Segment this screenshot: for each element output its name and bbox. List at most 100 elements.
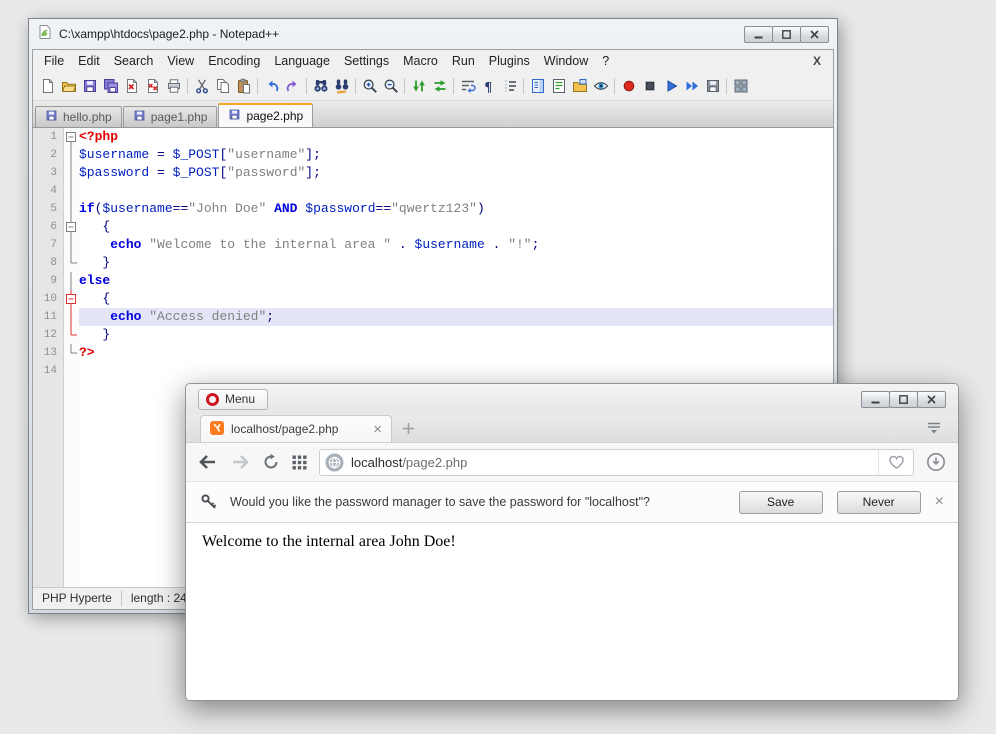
- save-password-button[interactable]: Save: [739, 491, 823, 514]
- fold-margin-marker[interactable]: [63, 128, 79, 146]
- line-number: 9: [33, 272, 63, 290]
- doc-switcher-icon[interactable]: [730, 76, 751, 97]
- save-macro-icon[interactable]: [702, 76, 723, 97]
- doc-map-icon[interactable]: [527, 76, 548, 97]
- status-doctype: PHP Hyperte: [33, 591, 122, 606]
- redo-icon[interactable]: [282, 76, 303, 97]
- word-wrap-icon[interactable]: [457, 76, 478, 97]
- never-save-button[interactable]: Never: [837, 491, 921, 514]
- desktop: C:\xampp\htdocs\page2.php - Notepad++ Fi…: [0, 0, 996, 734]
- reload-button[interactable]: [262, 453, 280, 471]
- fold-margin-marker: [63, 146, 79, 164]
- monitor-icon[interactable]: [590, 76, 611, 97]
- toolbar-separator: [257, 78, 258, 94]
- close-all-icon[interactable]: [142, 76, 163, 97]
- paste-icon[interactable]: [233, 76, 254, 97]
- code-text: [79, 362, 833, 380]
- stop-macro-icon[interactable]: [639, 76, 660, 97]
- function-list-icon[interactable]: [548, 76, 569, 97]
- tab-title: localhost/page2.php: [231, 422, 366, 436]
- toolbar-separator: [404, 78, 405, 94]
- opera-tab-strip: localhost/page2.php ×: [186, 414, 958, 443]
- close-doc-icon[interactable]: [121, 76, 142, 97]
- code-text: echo "Access denied";: [79, 308, 833, 326]
- show-symbols-icon[interactable]: ¶: [478, 76, 499, 97]
- replace-icon[interactable]: [331, 76, 352, 97]
- sync-h-icon[interactable]: [429, 76, 450, 97]
- menu-search[interactable]: Search: [107, 51, 161, 71]
- menu-encoding[interactable]: Encoding: [201, 51, 267, 71]
- indent-guide-icon[interactable]: [499, 76, 520, 97]
- run-macro-multi-icon[interactable]: [681, 76, 702, 97]
- bookmark-heart-button[interactable]: [878, 450, 913, 475]
- tab-close-icon[interactable]: ×: [373, 422, 382, 437]
- menu-close-x[interactable]: X: [805, 54, 829, 68]
- downloads-button[interactable]: [926, 452, 946, 472]
- minimize-button[interactable]: [744, 26, 773, 43]
- tab-menu-icon[interactable]: [926, 421, 942, 435]
- new-file-icon[interactable]: [37, 76, 58, 97]
- menu-bar: FileEditSearchViewEncodingLanguageSettin…: [33, 50, 833, 72]
- line-number: 4: [33, 182, 63, 200]
- doc-tab-hello.php[interactable]: hello.php: [35, 106, 122, 127]
- zoom-out-icon[interactable]: [380, 76, 401, 97]
- doc-tab-page2.php[interactable]: page2.php: [218, 103, 313, 127]
- speed-dial-button[interactable]: [292, 455, 307, 470]
- opera-menu-button[interactable]: Menu: [198, 389, 268, 410]
- find-icon[interactable]: [310, 76, 331, 97]
- opera-menu-label: Menu: [225, 392, 255, 406]
- file-saved-icon: [228, 108, 241, 124]
- menu-macro[interactable]: Macro: [396, 51, 445, 71]
- menu-help[interactable]: ?: [595, 51, 616, 71]
- opera-maximize-button[interactable]: [889, 391, 918, 408]
- print-icon[interactable]: [163, 76, 184, 97]
- code-line-12: 12 }: [33, 326, 833, 344]
- cut-icon[interactable]: [191, 76, 212, 97]
- menu-run[interactable]: Run: [445, 51, 482, 71]
- opera-close-button[interactable]: [917, 391, 946, 408]
- opera-minimize-button[interactable]: [861, 391, 890, 408]
- doc-tab-page1.php[interactable]: page1.php: [123, 106, 218, 127]
- record-macro-icon[interactable]: [618, 76, 639, 97]
- notepadpp-app-icon: [37, 24, 53, 45]
- menu-language[interactable]: Language: [267, 51, 337, 71]
- fold-margin-marker[interactable]: [63, 218, 79, 236]
- menu-window[interactable]: Window: [537, 51, 595, 71]
- menu-file[interactable]: File: [37, 51, 71, 71]
- maximize-button[interactable]: [772, 26, 801, 43]
- line-number: 10: [33, 290, 63, 308]
- undo-icon[interactable]: [261, 76, 282, 97]
- zoom-in-icon[interactable]: [359, 76, 380, 97]
- menu-settings[interactable]: Settings: [337, 51, 396, 71]
- menu-plugins[interactable]: Plugins: [482, 51, 537, 71]
- line-number: 5: [33, 200, 63, 218]
- fold-margin-marker[interactable]: [63, 290, 79, 308]
- save-icon[interactable]: [79, 76, 100, 97]
- save-all-icon[interactable]: [100, 76, 121, 97]
- close-button[interactable]: [800, 26, 829, 43]
- menu-edit[interactable]: Edit: [71, 51, 107, 71]
- forward-button[interactable]: [230, 454, 250, 470]
- open-icon[interactable]: [58, 76, 79, 97]
- code-line-9: 9else: [33, 272, 833, 290]
- site-badge-globe-icon[interactable]: [325, 453, 344, 472]
- fold-margin-marker: [63, 344, 79, 362]
- menu-view[interactable]: View: [160, 51, 201, 71]
- address-field[interactable]: localhost/page2.php: [319, 449, 914, 476]
- toolbar-separator: [453, 78, 454, 94]
- play-macro-icon[interactable]: [660, 76, 681, 97]
- tab-localhost-page2[interactable]: localhost/page2.php ×: [200, 415, 392, 442]
- back-button[interactable]: [198, 454, 218, 470]
- notepadpp-titlebar[interactable]: C:\xampp\htdocs\page2.php - Notepad++: [29, 19, 837, 49]
- opera-window: Menu localhost/page2.php ×: [185, 383, 959, 701]
- infobar-message: Would you like the password manager to s…: [230, 495, 650, 509]
- copy-icon[interactable]: [212, 76, 233, 97]
- line-number: 8: [33, 254, 63, 272]
- infobar-close-icon[interactable]: ×: [935, 494, 944, 510]
- new-tab-button[interactable]: [402, 422, 415, 435]
- opera-top-bar[interactable]: Menu: [186, 384, 958, 414]
- sync-v-icon[interactable]: [408, 76, 429, 97]
- code-line-10: 10 {: [33, 290, 833, 308]
- doc-tab-label: page1.php: [151, 110, 208, 124]
- folder-workspace-icon[interactable]: [569, 76, 590, 97]
